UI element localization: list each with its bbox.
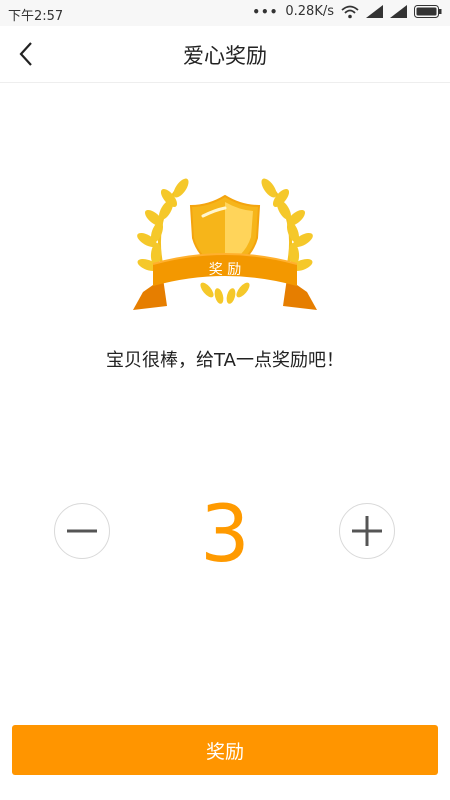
increase-button[interactable] (339, 503, 395, 559)
network-speed: 0.28K/s (285, 4, 334, 19)
wifi-icon (341, 5, 359, 18)
minus-icon (67, 529, 97, 533)
reward-count: 3 (200, 490, 250, 580)
status-bar: 下午2:57 ••• 0.28K/s (0, 0, 450, 26)
notification-dots-icon: ••• (252, 4, 279, 19)
battery-icon (414, 5, 442, 18)
reward-message: 宝贝很棒，给TA一点奖励吧！ (106, 350, 344, 371)
badge-ribbon-text: 奖 励 (209, 261, 241, 278)
plus-icon (352, 516, 382, 546)
page-title: 爱心奖励 (183, 44, 267, 68)
reward-button-label: 奖励 (205, 740, 244, 763)
signal-icon (366, 5, 383, 18)
status-time: 下午2:57 (8, 9, 64, 24)
reward-button[interactable]: 奖励 (12, 725, 438, 775)
status-icons: ••• 0.28K/s (252, 4, 442, 19)
decrease-button[interactable] (54, 503, 110, 559)
reward-badge-icon: 奖 励 (133, 178, 317, 310)
nav-bar: 爱心奖励 (0, 26, 450, 83)
signal-icon-2 (390, 5, 407, 18)
